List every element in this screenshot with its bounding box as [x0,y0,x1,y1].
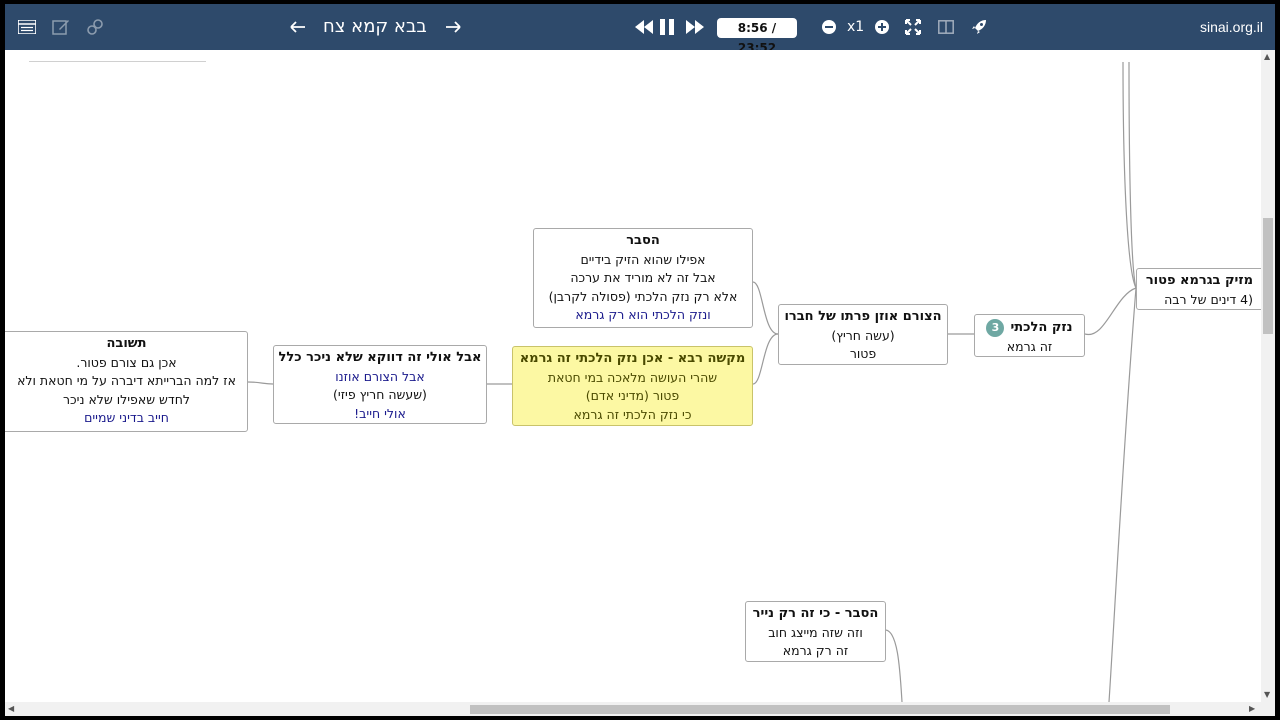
node-line: אכן גם צורם פטור. [76,354,177,370]
node-nezek[interactable]: נזק הלכתי 3 זה גרמא [974,314,1085,357]
node-line: שהרי העושה מלאכה במי חטאת [547,369,718,385]
node-title: הצורם אוזן פרתו של חברו [784,309,942,324]
node-hesber[interactable]: הסבר אפילו שהוא הזיק בידיים אבל זה לא מו… [533,228,753,328]
node-line: וזה שזה מייצג חוב [768,624,863,640]
rocket-icon[interactable] [968,4,990,50]
node-maksheh[interactable]: מקשה רבא - אכן נזק הלכתי זה גרמא שהרי הע… [512,346,753,426]
mindmap-canvas[interactable]: מזיק בגרמא פטור (4 דינים של רבה נזק הלכת… [5,50,1275,716]
edit-icon[interactable] [49,4,73,50]
app-frame: בבא קמא צח 8:56 / 23:52 x1 sinai.org.il … [5,4,1275,716]
node-title: הסבר - כי זה רק נייר [752,606,879,621]
node-title: תשובה [106,336,147,351]
time-display: 8:56 / 23:52 [717,18,797,55]
node-aval[interactable]: אבל אולי זה דווקא שלא ניכר כלל אבל הצורם… [273,345,487,424]
node-line: (עשה חריץ) [831,327,895,343]
node-line: פטור (מדיני אדם) [585,388,680,403]
node-title: נזק הלכתי [1010,320,1073,335]
node-line: פטור [849,346,877,361]
scroll-down-icon[interactable]: ▼ [1264,690,1270,699]
scroll-left-icon[interactable]: ◀ [8,704,14,713]
node-line: (שעשה חריץ פיזי) [333,387,427,402]
fast-forward-icon[interactable] [684,4,706,50]
node-title: מקשה רבא - אכן נזק הלכתי זה גרמא [519,351,746,366]
node-tshuva[interactable]: תשובה אכן גם צורם פטור. אז למה הברייתא ד… [5,331,248,432]
scroll-right-icon[interactable]: ▶ [1249,704,1255,713]
page-title: בבא קמא צח [323,16,427,37]
node-line-highlight: חייב בדיני שמיים [84,410,169,425]
node-line: (4 דינים של רבה [1164,291,1253,307]
site-link[interactable]: sinai.org.il [1200,4,1263,50]
node-title: אבל אולי זה דווקא שלא ניכר כלל [278,350,482,365]
node-line: זה רק גרמא [782,643,849,658]
scroll-up-icon[interactable]: ▲ [1264,52,1270,61]
arrow-right-icon[interactable] [442,4,464,50]
vertical-scroll-thumb[interactable] [1263,218,1273,334]
split-view-icon[interactable] [935,4,957,50]
horizontal-scroll-thumb[interactable] [470,705,1170,714]
toolbar: בבא קמא צח 8:56 / 23:52 x1 sinai.org.il [5,4,1275,55]
node-line: אפילו שהוא הזיק בידיים [580,251,706,267]
node-line-highlight: אולי חייב! [354,405,406,421]
node-title: הסבר [626,233,660,248]
node-line-highlight: ונזק הלכתי הוא רק גרמא [575,307,711,322]
zoom-in-icon[interactable] [873,4,891,50]
node-hesber-niyar[interactable]: הסבר - כי זה רק נייר וזה שזה מייצג חוב ז… [745,601,886,662]
node-tzorem[interactable]: הצורם אוזן פרתו של חברו (עשה חריץ) פטור [778,304,948,365]
node-line: כי נזק הלכתי זה גרמא [573,406,692,422]
fullscreen-icon[interactable] [902,4,924,50]
horizontal-scrollbar[interactable]: ◀ ▶ [5,702,1261,716]
arrow-left-icon[interactable] [287,4,309,50]
pause-icon[interactable] [656,4,678,50]
vertical-scrollbar[interactable]: ▲ ▼ [1261,50,1275,716]
node-root[interactable]: מזיק בגרמא פטור (4 דינים של רבה [1136,268,1266,310]
speed-label[interactable]: x1 [847,4,864,50]
count-badge: 3 [986,318,1005,337]
link-icon[interactable] [83,4,107,50]
rewind-icon[interactable] [633,4,655,50]
node-line: אלא רק נזק הלכתי (פסולה לקרבן) [548,288,738,304]
node-line: לחדש שאפילו שלא ניכר [63,391,190,407]
node-title: מזיק בגרמא פטור [1145,273,1253,288]
node-line-highlight: אבל הצורם אוזנו [335,368,425,384]
node-line: אז למה הברייתא דיברה על מי חטאת ולא [17,373,236,388]
zoom-out-icon[interactable] [820,4,838,50]
node-line: אבל זה לא מוריד את ערכה [570,270,716,285]
node-line: זה גרמא [1006,338,1053,354]
list-icon[interactable] [15,4,39,50]
